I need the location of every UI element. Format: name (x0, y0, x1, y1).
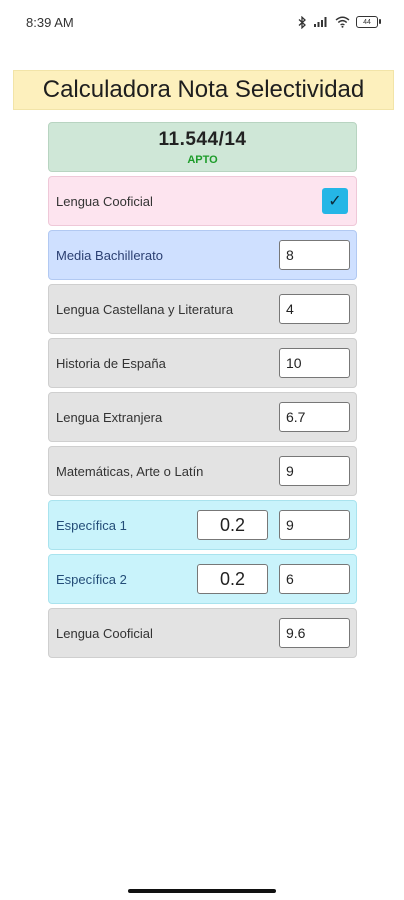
row-label: Lengua Cooficial (56, 625, 153, 641)
row-label: Lengua Extranjera (56, 409, 163, 425)
wifi-icon (335, 16, 350, 28)
row-matematicas: Matemáticas, Arte o Latín (48, 446, 357, 496)
especifica-1-weight[interactable]: 0.2 (197, 510, 268, 540)
app-title: Calculadora Nota Selectividad (13, 70, 394, 110)
lengua-cooficial-input[interactable] (279, 618, 350, 648)
historia-input[interactable] (279, 348, 350, 378)
row-label: Lengua Cooficial (56, 193, 153, 209)
status-bar: 8:39 AM 44 (0, 0, 404, 44)
battery-icon: 44 (356, 16, 381, 28)
media-bachillerato-input[interactable] (279, 240, 350, 270)
check-icon: ✓ (328, 193, 342, 210)
status-time: 8:39 AM (26, 14, 74, 30)
row-lengua-cooficial-toggle[interactable]: Lengua Cooficial ✓ (48, 176, 357, 226)
row-label: Lengua Castellana y Literatura (56, 301, 234, 317)
lengua-cooficial-checkbox[interactable]: ✓ (322, 188, 348, 214)
matematicas-input[interactable] (279, 456, 350, 486)
home-gesture-bar[interactable] (128, 889, 276, 893)
signal-icon (313, 16, 329, 28)
row-lengua-castellana: Lengua Castellana y Literatura (48, 284, 357, 334)
row-lengua-extranjera: Lengua Extranjera (48, 392, 357, 442)
grade-list: 11.544/14 APTO Lengua Cooficial ✓ Media … (48, 122, 357, 662)
row-lengua-cooficial-grade: Lengua Cooficial (48, 608, 357, 658)
row-especifica-1: Específica 1 0.2 (48, 500, 357, 550)
row-label: Matemáticas, Arte o Latín (56, 463, 204, 479)
row-label: Específica 2 (56, 571, 127, 587)
row-label: Media Bachillerato (56, 247, 163, 263)
especifica-1-input[interactable] (279, 510, 350, 540)
row-historia: Historia de España (48, 338, 357, 388)
lengua-extranjera-input[interactable] (279, 402, 350, 432)
row-especifica-2: Específica 2 0.2 (48, 554, 357, 604)
row-label: Específica 1 (56, 517, 127, 533)
result-card: 11.544/14 APTO (48, 122, 357, 172)
bluetooth-icon (297, 15, 307, 29)
lengua-castellana-input[interactable] (279, 294, 350, 324)
result-score: 11.544/14 (158, 128, 247, 150)
row-media-bachillerato: Media Bachillerato (48, 230, 357, 280)
result-status: APTO (187, 153, 218, 166)
especifica-2-input[interactable] (279, 564, 350, 594)
especifica-2-weight[interactable]: 0.2 (197, 564, 268, 594)
row-label: Historia de España (56, 355, 166, 371)
battery-level: 44 (363, 18, 371, 26)
status-icons: 44 (297, 15, 381, 29)
